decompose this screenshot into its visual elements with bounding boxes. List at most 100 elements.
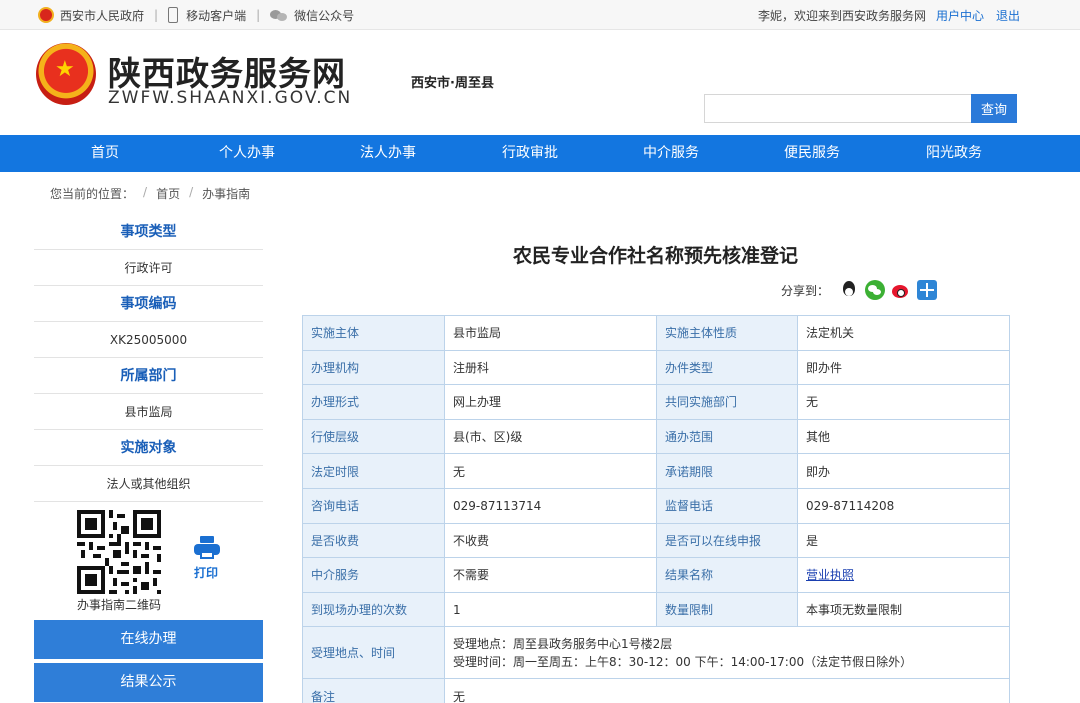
share-label: 分享到： — [781, 283, 830, 298]
table-value: 1 — [444, 591, 657, 628]
table-key: 到现场办理的次数 — [302, 591, 445, 628]
sidebar-item-department-title: 所属部门 — [34, 358, 263, 394]
table-key: 共同实施部门 — [656, 384, 798, 420]
main-nav: 首页 个人办事 法人办事 行政审批 中介服务 便民服务 阳光政务 — [0, 135, 1080, 172]
table-key: 承诺期限 — [656, 453, 798, 489]
breadcrumb: 您当前的位置： / 首页 / 办事指南 — [50, 185, 250, 202]
table-row: 到现场办理的次数 1 数量限制 本事项无数量限制 — [302, 591, 1010, 628]
wechat-link-label: 微信公众号 — [294, 8, 355, 23]
header: 陕西政务服务网 ZWFW.SHAANXI.GOV.CN 西安市·周至县 查询 — [0, 31, 1080, 135]
table-value: 不需要 — [444, 557, 657, 593]
table-row: 受理地点、时间 受理地点：周至县政务服务中心1号楼2层 受理时间：周一至周五：上… — [302, 626, 1010, 680]
table-value: 无 — [444, 678, 1010, 703]
qr-code-icon — [77, 510, 161, 594]
wechat-icon — [270, 9, 288, 22]
weibo-share-icon[interactable] — [891, 280, 912, 300]
nav-item-corporate[interactable]: 法人办事 — [318, 135, 458, 172]
table-row: 办理形式 网上办理 共同实施部门 无 — [302, 384, 1010, 420]
table-key: 受理地点、时间 — [302, 626, 445, 680]
nav-item-transparency[interactable]: 阳光政务 — [884, 135, 1024, 172]
nav-item-convenience[interactable]: 便民服务 — [742, 135, 882, 172]
breadcrumb-home[interactable]: 首页 — [156, 185, 180, 202]
sidebar-item-type-value: 行政许可 — [34, 250, 263, 286]
divider: | — [154, 8, 159, 22]
table-key: 办理形式 — [302, 384, 445, 420]
table-value: 其他 — [797, 418, 1010, 455]
online-apply-button[interactable]: 在线办理 — [34, 620, 263, 659]
sidebar-item-code-value: XK25005000 — [34, 322, 263, 358]
table-value: 即办件 — [797, 349, 1010, 386]
wechat-share-icon[interactable] — [865, 280, 886, 300]
sidebar-item-type-title: 事项类型 — [34, 214, 263, 250]
nav-item-home[interactable]: 首页 — [35, 135, 175, 172]
qr-area: 办事指南二维码 打印 — [34, 502, 263, 620]
user-center-link[interactable]: 用户中心 — [936, 7, 984, 24]
table-key: 中介服务 — [302, 557, 445, 593]
table-key: 数量限制 — [656, 591, 798, 628]
table-key: 是否收费 — [302, 522, 445, 559]
sidebar-item-department-value: 县市监局 — [34, 394, 263, 430]
service-info-table: 实施主体 县市监局 实施主体性质 法定机关 办理机构 注册科 办件类型 即办件 … — [302, 315, 1010, 703]
table-row: 实施主体 县市监局 实施主体性质 法定机关 — [302, 315, 1010, 351]
table-row: 备注 无 — [302, 678, 1010, 703]
table-key: 通办范围 — [656, 418, 798, 455]
table-key: 监督电话 — [656, 487, 798, 524]
table-value: 县(市、区)级 — [444, 418, 657, 455]
printer-icon[interactable] — [194, 536, 220, 560]
table-value: 029-87113714 — [444, 487, 657, 524]
nav-item-approval[interactable]: 行政审批 — [460, 135, 600, 172]
table-value: 是 — [797, 522, 1010, 559]
table-row: 办理机构 注册科 办件类型 即办件 — [302, 349, 1010, 386]
logout-link[interactable]: 退出 — [996, 7, 1020, 24]
table-key: 备注 — [302, 678, 445, 703]
print-button[interactable]: 打印 — [194, 564, 218, 581]
table-value: 029-87114208 — [797, 487, 1010, 524]
nav-item-personal[interactable]: 个人办事 — [177, 135, 317, 172]
table-value: 网上办理 — [444, 384, 657, 420]
result-name-link[interactable]: 营业执照 — [806, 568, 854, 582]
table-key: 行使层级 — [302, 418, 445, 455]
gov-link[interactable]: 西安市人民政府 — [38, 7, 144, 24]
wechat-link[interactable]: 微信公众号 — [270, 7, 354, 24]
table-key: 实施主体性质 — [656, 315, 798, 351]
region-label: 西安市·周至县 — [411, 76, 494, 91]
table-row: 咨询电话 029-87113714 监督电话 029-87114208 — [302, 487, 1010, 524]
table-value: 受理地点：周至县政务服务中心1号楼2层 受理时间：周一至周五：上午8：30-12… — [444, 626, 1010, 680]
national-emblem-icon — [36, 43, 96, 105]
qr-code-label: 办事指南二维码 — [77, 598, 162, 612]
table-key: 实施主体 — [302, 315, 445, 351]
top-bar: 西安市人民政府 | 移动客户端 | 微信公众号 李妮，欢迎来到西安政务服务网 用… — [0, 0, 1080, 30]
mobile-link[interactable]: 移动客户端 — [168, 7, 246, 24]
table-key: 是否可以在线申报 — [656, 522, 798, 559]
breadcrumb-prefix: 您当前的位置： — [50, 187, 135, 201]
table-value: 无 — [444, 453, 657, 489]
search-input[interactable] — [704, 94, 972, 123]
search-button[interactable]: 查询 — [971, 94, 1017, 123]
gov-link-label: 西安市人民政府 — [60, 8, 145, 23]
table-value: 营业执照 — [797, 557, 1010, 593]
sidebar-item-code-title: 事项编码 — [34, 286, 263, 322]
emblem-icon — [38, 7, 54, 23]
more-share-icon[interactable] — [917, 280, 938, 300]
table-value: 即办 — [797, 453, 1010, 489]
sidebar: 事项类型 行政许可 事项编码 XK25005000 所属部门 县市监局 实施对象… — [34, 214, 263, 703]
table-row: 是否收费 不收费 是否可以在线申报 是 — [302, 522, 1010, 559]
result-public-button[interactable]: 结果公示 — [34, 663, 263, 702]
table-key: 咨询电话 — [302, 487, 445, 524]
nav-item-intermediary[interactable]: 中介服务 — [601, 135, 741, 172]
site-logo-subtitle: ZWFW.SHAANXI.GOV.CN — [108, 88, 353, 108]
qq-share-icon[interactable] — [839, 280, 860, 300]
table-value: 法定机关 — [797, 315, 1010, 351]
table-value: 无 — [797, 384, 1010, 420]
table-key: 结果名称 — [656, 557, 798, 593]
table-row: 行使层级 县(市、区)级 通办范围 其他 — [302, 418, 1010, 455]
table-value: 本事项无数量限制 — [797, 591, 1010, 628]
table-row: 中介服务 不需要 结果名称 营业执照 — [302, 557, 1010, 593]
table-key: 办理机构 — [302, 349, 445, 386]
table-value: 注册科 — [444, 349, 657, 386]
phone-icon — [168, 7, 179, 23]
table-key: 办件类型 — [656, 349, 798, 386]
breadcrumb-current[interactable]: 办事指南 — [202, 185, 250, 202]
welcome-text: 李妮，欢迎来到西安政务服务网 — [757, 8, 926, 23]
mobile-link-label: 移动客户端 — [186, 8, 247, 23]
